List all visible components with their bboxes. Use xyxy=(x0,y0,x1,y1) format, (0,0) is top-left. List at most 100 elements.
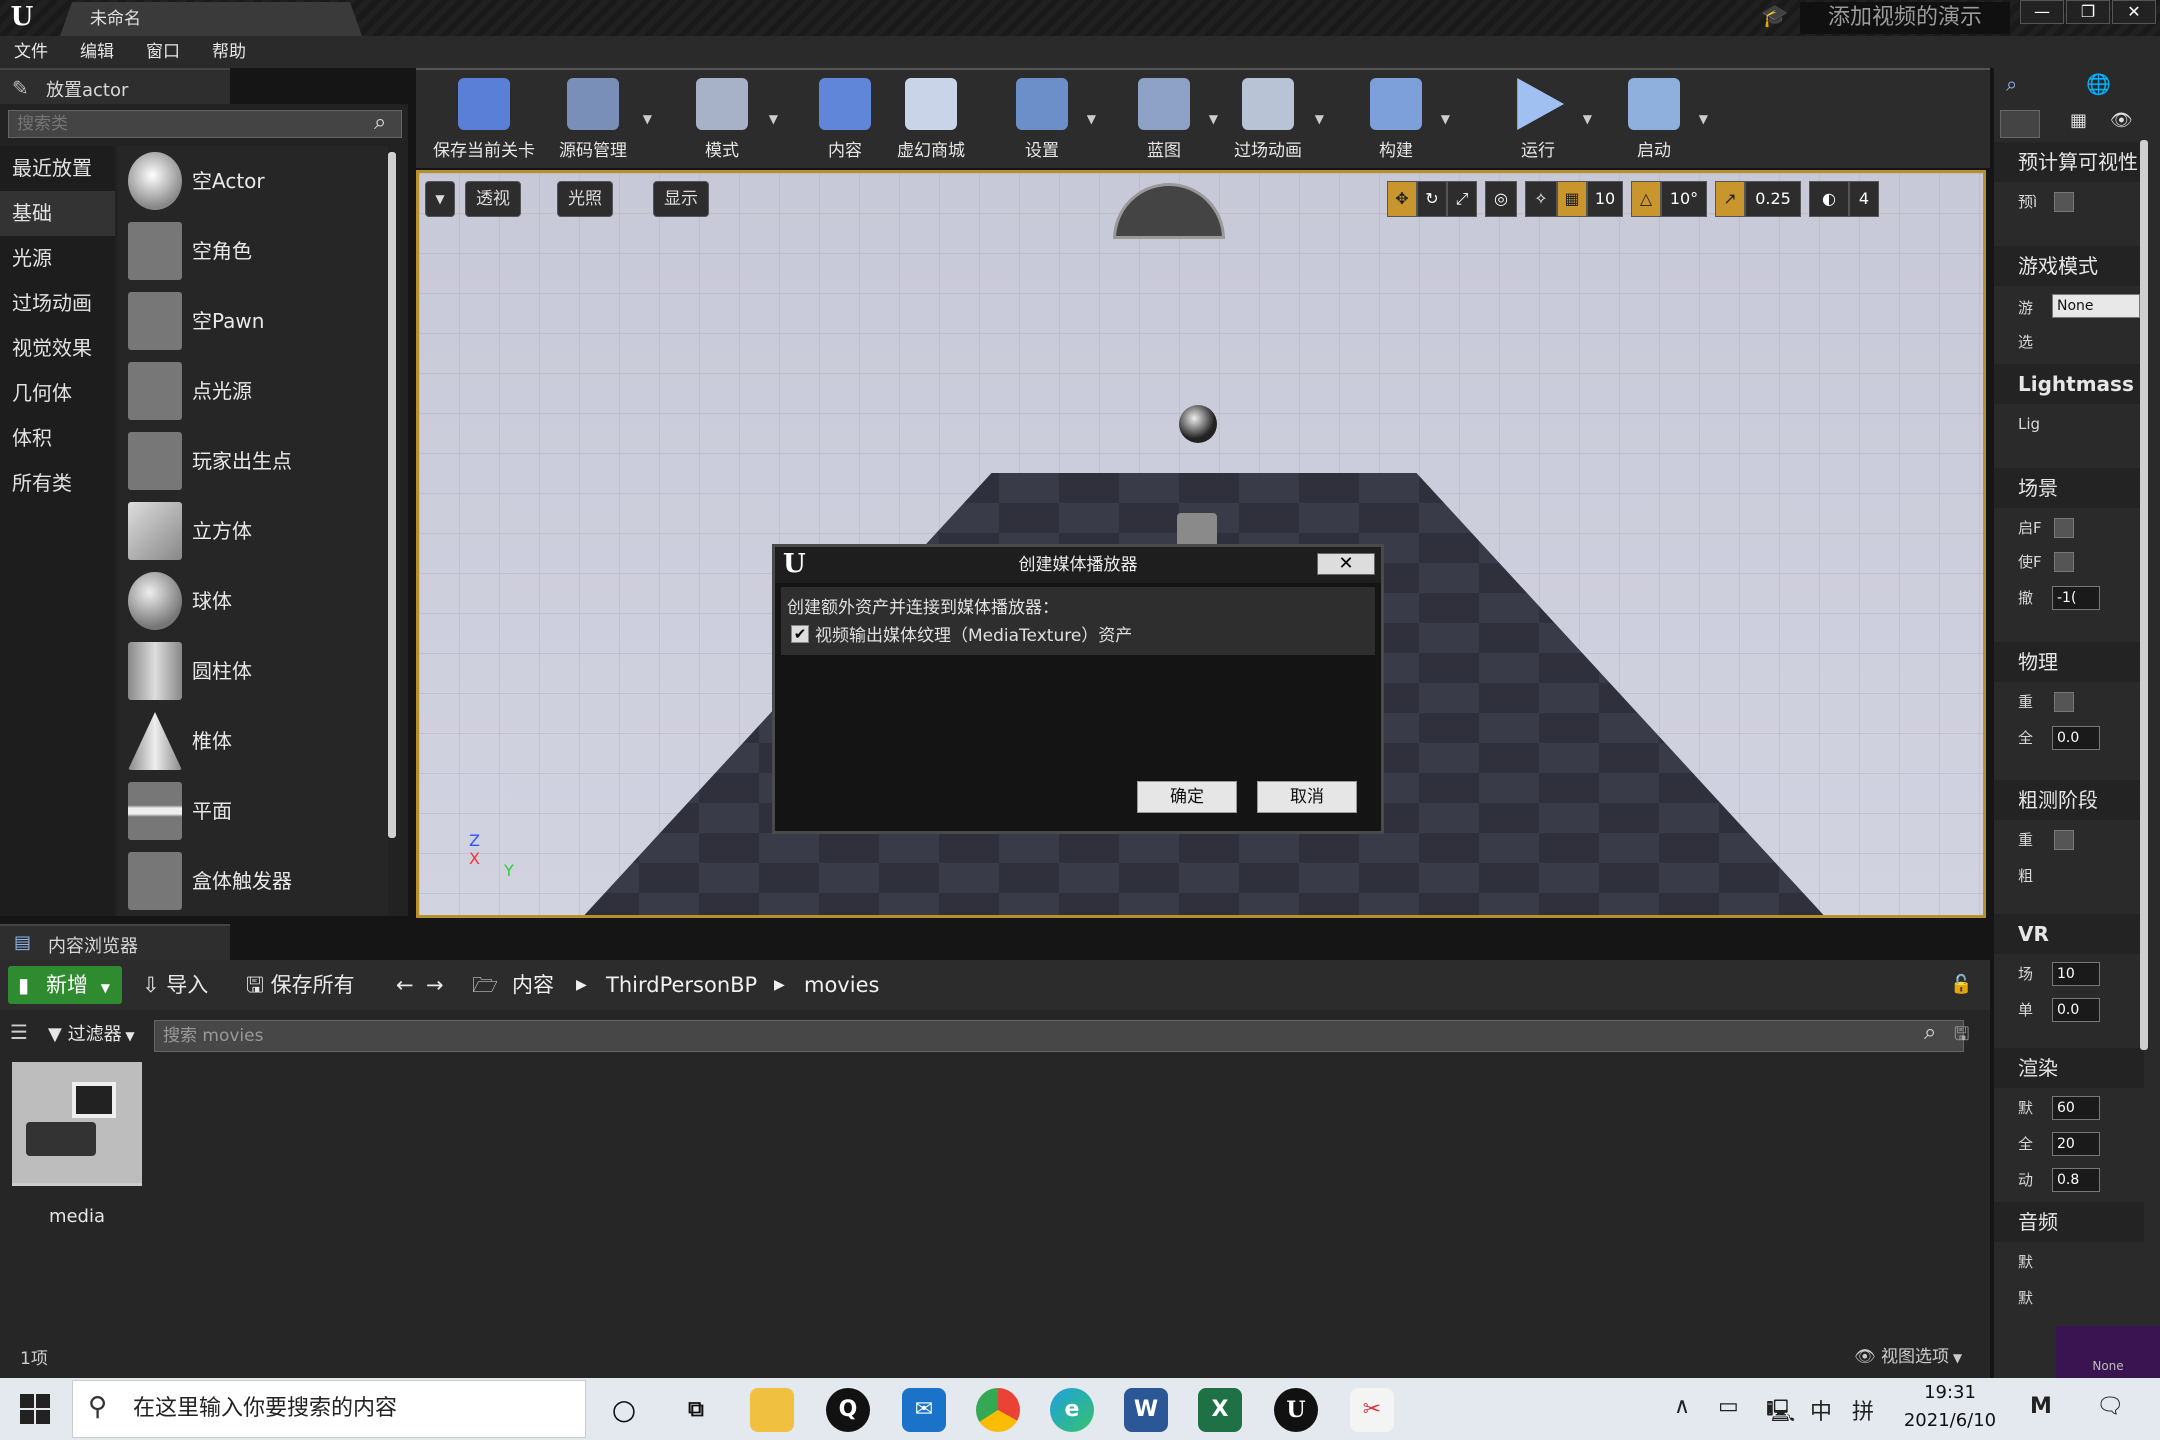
property-number[interactable]: 20 xyxy=(2052,1132,2100,1156)
grid-view-icon[interactable]: ▦ xyxy=(2070,110,2087,131)
asset-name[interactable]: media xyxy=(12,1206,142,1227)
property-number[interactable]: 0.0 xyxy=(2052,998,2100,1022)
chevron-down-icon[interactable]: ▼ xyxy=(1441,112,1450,126)
ime-indicator[interactable]: 中 xyxy=(1810,1394,1832,1426)
section-game-mode[interactable]: 游戏模式 xyxy=(1994,246,2144,286)
windows-start-icon[interactable] xyxy=(20,1394,50,1424)
section-vr[interactable]: VR xyxy=(1994,914,2144,954)
chevron-down-icon[interactable]: ▼ xyxy=(643,112,652,126)
world-settings-tab-icon[interactable]: 🌐 xyxy=(2086,72,2111,96)
camera-speed-icon[interactable]: ◐ xyxy=(1809,181,1849,217)
source-control-button[interactable]: 源码管理 ▼ xyxy=(548,70,652,170)
media-asset-tile[interactable] xyxy=(12,1062,142,1186)
scale-snap-value[interactable]: 0.25 xyxy=(1745,181,1801,217)
content-browser-tab[interactable]: ▤ 内容浏览器 xyxy=(0,924,230,960)
menu-help[interactable]: 帮助 xyxy=(212,36,246,68)
player-start-icon[interactable] xyxy=(1177,513,1217,547)
actor-list-scrollbar[interactable] xyxy=(388,152,396,838)
actor-item[interactable]: 空Pawn xyxy=(118,286,388,356)
rotate-icon[interactable]: ↻ xyxy=(1417,181,1447,217)
property-number[interactable]: 0.0 xyxy=(2052,726,2100,750)
category-all-classes[interactable]: 所有类 xyxy=(0,461,115,506)
property-number[interactable]: 10 xyxy=(2052,962,2100,986)
actor-item[interactable]: 点光源 xyxy=(118,356,388,426)
category-cinematic[interactable]: 过场动画 xyxy=(0,281,115,326)
property-number[interactable]: 0.8 xyxy=(2052,1168,2100,1192)
asset-search-input[interactable]: 搜索 movies xyxy=(154,1020,1964,1052)
grid-snap-icon[interactable]: ▦ xyxy=(1557,181,1587,217)
viewport-options-button[interactable]: ▼ xyxy=(425,181,455,217)
breadcrumb-content[interactable]: 内容 xyxy=(512,966,554,1004)
minimize-button[interactable]: — xyxy=(2020,0,2064,24)
marketplace-button[interactable]: 虚幻商城 xyxy=(886,70,976,170)
unreal-engine-icon[interactable]: U xyxy=(1274,1388,1318,1432)
section-physics[interactable]: 物理 xyxy=(1994,642,2144,682)
file-explorer-icon[interactable] xyxy=(750,1388,794,1432)
media-sound-icon[interactable] xyxy=(1179,405,1217,443)
dialog-close-button[interactable]: ✕ xyxy=(1317,553,1375,575)
save-search-icon[interactable]: 🖫 xyxy=(1954,1022,1969,1052)
world-icon[interactable]: ◎ xyxy=(1485,181,1517,217)
chevron-down-icon[interactable]: ▼ xyxy=(1583,112,1592,126)
surface-snap-icon[interactable]: ✧ xyxy=(1525,181,1557,217)
show-button[interactable]: 显示 xyxy=(653,181,709,217)
chevron-down-icon[interactable]: ▼ xyxy=(1209,112,1218,126)
grid-snap-value[interactable]: 10 xyxy=(1587,181,1623,217)
task-view-icon[interactable]: ⧉ xyxy=(674,1388,718,1432)
property-number[interactable]: 60 xyxy=(2052,1096,2100,1120)
play-button[interactable]: 运行 ▼ xyxy=(1498,70,1592,170)
gmail-notification-icon[interactable]: M xyxy=(2030,1394,2052,1419)
lock-icon[interactable]: 🔓 xyxy=(1950,966,1972,1004)
property-number[interactable]: -1( xyxy=(2052,586,2100,610)
word-icon[interactable]: W xyxy=(1124,1388,1168,1432)
snipping-tool-icon[interactable]: ✂ xyxy=(1350,1388,1394,1432)
scale-snap-icon[interactable]: ↗ xyxy=(1715,181,1745,217)
lighting-button[interactable]: 光照 xyxy=(557,181,613,217)
property-checkbox[interactable] xyxy=(2054,692,2074,712)
scale-icon[interactable]: ⤢ xyxy=(1447,181,1477,217)
menu-file[interactable]: 文件 xyxy=(14,36,48,68)
reverb-asset-swatch[interactable]: None xyxy=(2056,1326,2160,1378)
modes-button[interactable]: 模式 ▼ xyxy=(680,70,778,170)
chevron-down-icon[interactable]: ▼ xyxy=(1315,112,1324,126)
view-options-button[interactable]: 👁 视图选项 ▼ xyxy=(1854,1342,1962,1367)
cinematics-button[interactable]: 过场动画 ▼ xyxy=(1226,70,1324,170)
property-checkbox[interactable] xyxy=(2054,830,2074,850)
chevron-down-icon[interactable]: ▼ xyxy=(1699,112,1708,126)
perspective-button[interactable]: 透视 xyxy=(465,181,521,217)
search-icon[interactable]: ⌕ xyxy=(374,110,386,135)
camera-speed-value[interactable]: 4 xyxy=(1849,181,1879,217)
level-tab[interactable]: 未命名 xyxy=(60,2,362,36)
actor-item[interactable]: 空Actor xyxy=(118,146,388,216)
section-audio[interactable]: 音频 xyxy=(1994,1202,2144,1242)
battery-icon[interactable]: ▭ xyxy=(1718,1394,1739,1419)
property-checkbox[interactable] xyxy=(2054,518,2074,538)
close-window-button[interactable]: ✕ xyxy=(2112,0,2156,24)
section-world[interactable]: 场景 xyxy=(1994,468,2144,508)
chevron-down-icon[interactable]: ▼ xyxy=(769,112,778,126)
category-volumes[interactable]: 体积 xyxy=(0,416,115,461)
maximize-button[interactable]: ❐ xyxy=(2066,0,2110,24)
actor-item[interactable]: 圆柱体 xyxy=(118,636,388,706)
rotate-snap-icon[interactable]: △ xyxy=(1631,181,1661,217)
media-texture-checkbox[interactable]: ✔ xyxy=(791,625,809,643)
back-arrow-icon[interactable]: ← xyxy=(396,966,414,1004)
category-basic[interactable]: 基础 xyxy=(0,191,115,236)
forward-arrow-icon[interactable]: → xyxy=(426,966,444,1004)
category-lights[interactable]: 光源 xyxy=(0,236,115,281)
cortana-icon[interactable]: ○ xyxy=(602,1388,646,1432)
property-checkbox[interactable] xyxy=(2054,192,2074,212)
actor-item[interactable]: 盒体触发器 xyxy=(118,846,388,916)
breadcrumb-separator-icon[interactable]: ▶ xyxy=(774,966,785,1004)
excel-icon[interactable]: X xyxy=(1198,1388,1242,1432)
ok-button[interactable]: 确定 xyxy=(1137,781,1237,813)
menu-edit[interactable]: 编辑 xyxy=(80,36,114,68)
breadcrumb-thirdpersonbp[interactable]: ThirdPersonBP xyxy=(606,966,757,1004)
save-level-button[interactable]: 保存当前关卡 xyxy=(424,70,544,170)
breadcrumb-separator-icon[interactable]: ▶ xyxy=(576,966,587,1004)
eye-icon[interactable]: 👁 xyxy=(2110,110,2133,131)
chevron-down-icon[interactable]: ▼ xyxy=(1087,112,1096,126)
category-visual-effects[interactable]: 视觉效果 xyxy=(0,326,115,371)
game-mode-select[interactable]: None xyxy=(2052,294,2140,318)
settings-button[interactable]: 设置 ▼ xyxy=(1002,70,1096,170)
